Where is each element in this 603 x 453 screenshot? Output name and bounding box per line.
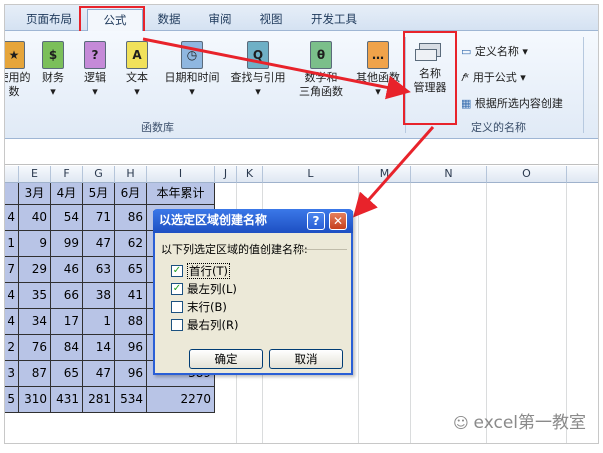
wechat-icon: ☺ bbox=[453, 414, 474, 432]
cancel-button[interactable]: 取消 bbox=[269, 349, 343, 369]
ok-button[interactable]: 确定 bbox=[189, 349, 263, 369]
watermark: ☺ excel第一教室 bbox=[453, 413, 586, 433]
create-names-dialog: 以选定区域创建名称 ? ✕ 以下列选定区域的值创建名称: ✓ 首行(T) ✓ 最左列… bbox=[153, 209, 353, 375]
checkbox-label: 最左列(L) bbox=[187, 282, 237, 296]
close-icon[interactable]: ✕ bbox=[329, 212, 347, 230]
checkbox-icon[interactable] bbox=[171, 300, 183, 313]
divider bbox=[295, 249, 347, 250]
help-icon[interactable]: ? bbox=[307, 212, 325, 230]
dialog-prompt: 以下列选定区域的值创建名称: bbox=[161, 243, 308, 256]
arrow-tab-to-name-manager bbox=[142, 37, 411, 100]
dialog-title: 以选定区域创建名称 bbox=[159, 213, 268, 227]
excel-window: 页面布局 公式 数据 审阅 视图 开发工具 ★ 使用的数 $ 财务▾ ? 逻辑▾… bbox=[4, 4, 599, 444]
checkbox-icon[interactable]: ✓ bbox=[171, 264, 183, 277]
checkbox-label: 首行(T) bbox=[187, 263, 230, 279]
checkbox-left-column[interactable]: ✓ 最左列(L) bbox=[171, 281, 237, 297]
checkbox-label: 最右列(R) bbox=[187, 318, 239, 332]
checkbox-top-row[interactable]: ✓ 首行(T) bbox=[171, 263, 230, 279]
dialog-title-bar[interactable]: 以选定区域创建名称 ? ✕ bbox=[153, 209, 353, 233]
checkbox-bottom-row[interactable]: 末行(B) bbox=[171, 299, 227, 315]
checkbox-label: 末行(B) bbox=[187, 300, 227, 314]
checkbox-icon[interactable] bbox=[171, 318, 183, 331]
checkbox-right-column[interactable]: 最右列(R) bbox=[171, 317, 238, 333]
arrow-name-manager-to-dialog bbox=[353, 126, 435, 218]
checkbox-icon[interactable]: ✓ bbox=[171, 282, 183, 295]
